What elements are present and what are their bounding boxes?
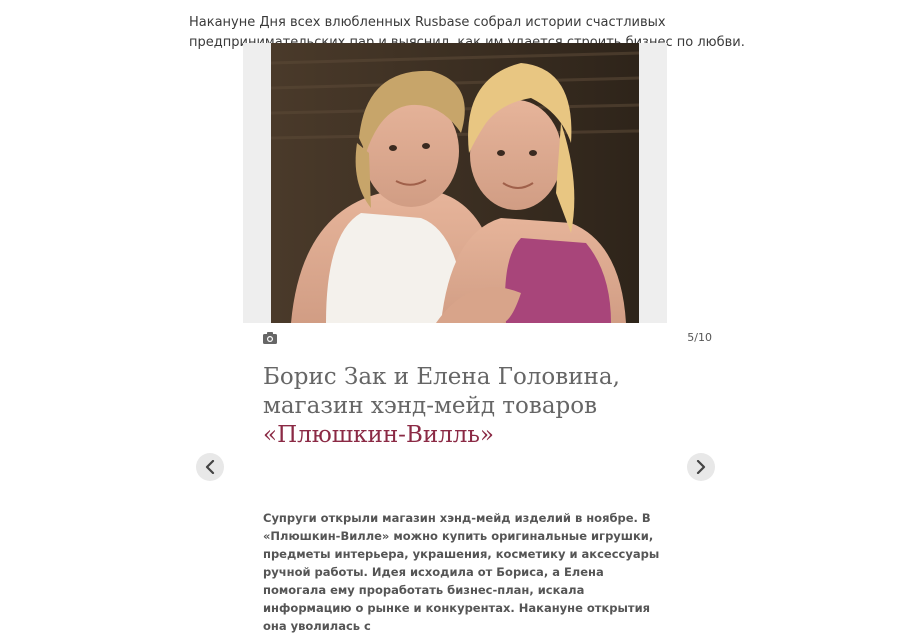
- chevron-right-icon: [696, 460, 706, 474]
- camera-icon: [263, 332, 277, 344]
- chevron-left-icon: [205, 460, 215, 474]
- slide-title-brand: «Плюшкин-Вилль»: [263, 422, 494, 448]
- next-slide-button[interactable]: [687, 453, 715, 481]
- slide-description: Супруги открыли магазин хэнд-мейд издели…: [263, 510, 660, 633]
- slide-counter: 5/10: [687, 331, 712, 344]
- slide-photo: [271, 43, 639, 323]
- slide-photo-frame: [243, 43, 667, 323]
- slide-title: Борис Зак и Елена Головина, магазин хэнд…: [263, 363, 693, 450]
- slide-title-text: Борис Зак и Елена Головина, магазин хэнд…: [263, 364, 620, 419]
- prev-slide-button[interactable]: [196, 453, 224, 481]
